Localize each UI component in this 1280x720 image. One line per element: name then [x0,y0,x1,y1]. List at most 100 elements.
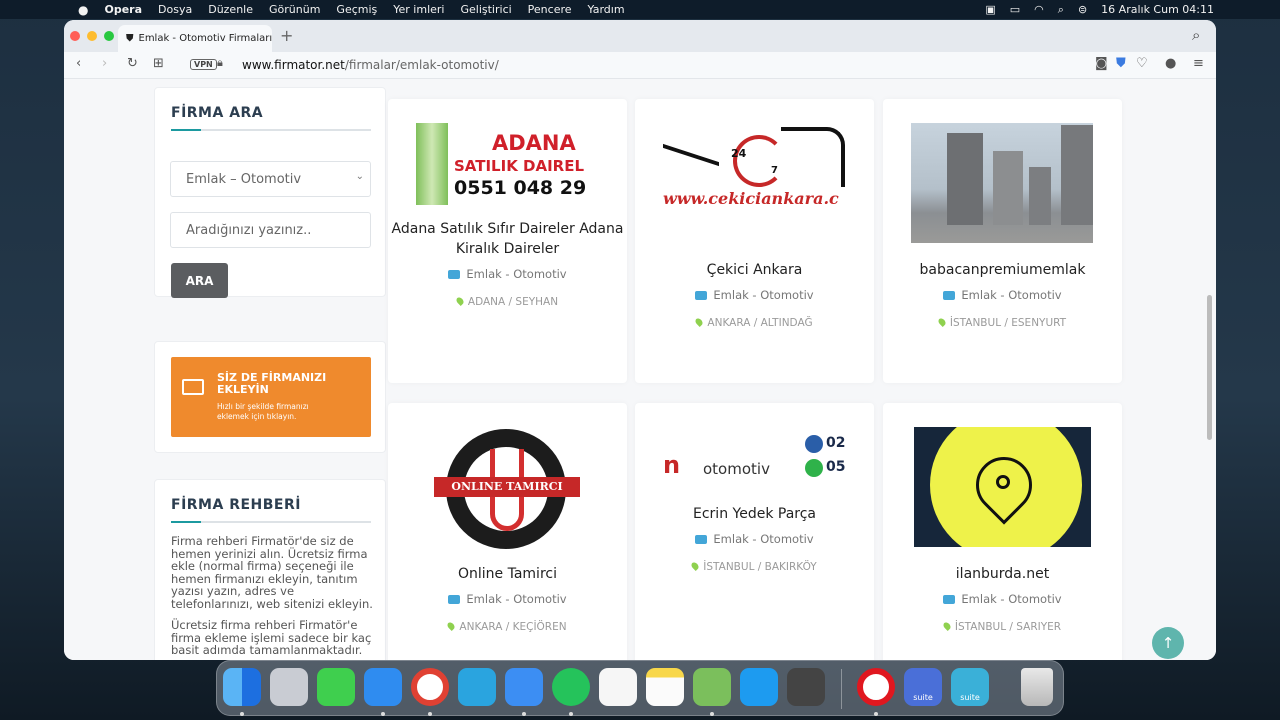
whatsapp-dock-icon[interactable] [552,668,590,706]
spotlight-search-icon[interactable]: ⌕ [1058,3,1064,17]
tab-title: Emlak - Otomotiv Firmaları Kate [138,33,273,44]
firm-name[interactable]: ilanburda.net [883,564,1122,584]
shield-favicon-icon: ⛊ [126,33,134,44]
firm-logo-ecrin[interactable]: n otomotiv 02 05 [663,433,845,491]
firm-name[interactable]: babacanpremiumemlak [883,260,1122,280]
safari-icon[interactable] [364,668,402,706]
apple-icon[interactable]: ● [0,3,96,17]
firm-logo-online-tamirci[interactable]: ONLINE TAMIRCI [434,429,580,549]
firm-card[interactable]: ilanburda.net Emlak - Otomotiv İSTANBUL … [883,403,1122,660]
twitter-icon[interactable] [740,668,778,706]
menu-file[interactable]: Dosya [150,3,200,16]
reload-icon[interactable]: ↻ [127,56,138,71]
firm-name[interactable]: Ecrin Yedek Parça [635,504,874,524]
speed-dial-grid-icon[interactable]: ⊞ [153,56,164,71]
add-firm-banner[interactable]: SİZ DE FİRMANIZI EKLEYİN Hızlı bir şekil… [171,357,371,437]
menubar-clock[interactable]: 16 Aralık Cum 04:11 [1101,3,1214,16]
building-image [416,123,448,205]
menu-window[interactable]: Pencere [520,3,580,16]
logo-text-online-tamirci: ONLINE TAMIRCI [434,477,580,497]
mail-icon[interactable] [505,668,543,706]
control-center-icon[interactable]: ⊜ [1078,3,1087,16]
tab-search-icon[interactable]: ⌕ [1192,26,1200,44]
firm-card[interactable]: ONLINE TAMIRCI Online Tamirci Emlak - Ot… [388,403,627,660]
menu-app-name[interactable]: Opera [96,3,150,16]
firm-category-label: Emlak - Otomotiv [961,288,1062,302]
browser-tab-active[interactable]: ⛊ Emlak - Otomotiv Firmaları Kate [118,25,272,52]
firm-category: Emlak - Otomotiv [388,592,627,606]
firm-name[interactable]: Online Tamirci [388,564,627,584]
category-select-value: Emlak – Otomotiv [186,171,302,187]
calculator-icon[interactable] [787,668,825,706]
firm-logo-adana[interactable]: ADANA SATILIK DAIREL 0551 048 29 [416,123,598,205]
opera-icon[interactable] [857,668,895,706]
new-tab-plus-icon[interactable]: + [280,26,293,45]
menu-view[interactable]: Görünüm [261,3,328,16]
running-indicator [428,712,432,716]
firm-category-label: Emlak - Otomotiv [466,592,567,606]
logo-text-url: www.cekiciankara.c [663,189,839,208]
firm-photo-buildings[interactable] [911,123,1093,243]
firm-card[interactable]: ADANA SATILIK DAIREL 0551 048 29 Adana S… [388,99,627,383]
firm-card[interactable]: babacanpremiumemlak Emlak - Otomotiv İST… [883,99,1122,383]
search-button[interactable]: ARA [171,263,228,298]
menu-bookmarks[interactable]: Yer imleri [385,3,452,16]
zoom-window-button[interactable] [104,31,114,41]
category-select[interactable]: Emlak – Otomotiv ⌄ [170,161,371,197]
firm-name[interactable]: Çekici Ankara [635,260,874,280]
menu-history[interactable]: Geçmiş [328,3,385,16]
chevron-down-icon: ⌄ [355,171,364,182]
firm-guide-panel: FİRMA REHBERİ Firma rehberi Firmatör'de … [154,479,386,660]
launchpad-icon[interactable] [270,668,308,706]
logo-text-7: 7 [771,165,778,176]
map-pin-icon [694,317,705,327]
battery-icon[interactable]: ▭ [1010,3,1020,16]
search-input[interactable]: Aradığınızı yazınız.. [170,212,371,248]
scroll-to-top-button[interactable]: ↑ [1152,627,1184,659]
menu-help[interactable]: Yardım [580,3,633,16]
lock-icon[interactable]: 🔒︎ [217,56,223,70]
logo-text-phone: 0551 048 29 [454,177,587,199]
vpn-badge[interactable]: VPN [190,59,217,70]
finder-icon[interactable] [223,668,261,706]
truck-cab-graphic [781,127,845,187]
suite-app-icon-2[interactable]: suite [951,668,989,706]
firm-logo-cekici[interactable]: 24 7 www.cekiciankara.c [663,123,845,235]
logo-text-satilik: SATILIK DAIREL [454,157,585,175]
location-pin-dot [996,475,1010,489]
camera-icon[interactable]: ◙ [1095,56,1108,71]
forward-arrow-icon[interactable]: › [102,56,107,71]
profile-avatar-icon[interactable]: ● [1165,56,1176,71]
maps-edit-icon[interactable] [693,668,731,706]
suite-app-icon[interactable]: suite [904,668,942,706]
menu-developer[interactable]: Geliştirici [452,3,519,16]
adblock-shield-icon[interactable]: ⛊ [1116,56,1126,71]
url-field[interactable]: www.firmator.net/firmalar/emlak-otomotiv… [242,58,499,72]
firm-card[interactable]: n otomotiv 02 05 Ecrin Yedek Parça Emlak… [635,403,874,660]
chrome-icon[interactable] [411,668,449,706]
clock-graphic [733,135,785,187]
back-arrow-icon[interactable]: ‹ [76,56,81,71]
firm-name[interactable]: Adana Satılık Sıfır Daireler Adana Kiral… [388,219,627,259]
tower-shape [1029,167,1051,225]
web-page: FİRMA ARA Emlak – Otomotiv ⌄ Aradığınızı… [64,79,1216,660]
close-window-button[interactable] [70,31,80,41]
reminders-icon[interactable] [599,668,637,706]
screen-icon[interactable]: ▣ [985,3,995,16]
heart-icon[interactable]: ♡ [1136,56,1148,71]
messages-icon[interactable] [317,668,355,706]
easy-setup-icon[interactable]: ≡ [1193,56,1204,71]
newspaper-icon [182,379,204,395]
telegram-icon[interactable] [458,668,496,706]
firm-logo-ilanburda[interactable] [914,427,1091,547]
page-scrollbar-thumb[interactable] [1207,295,1212,440]
minimize-window-button[interactable] [87,31,97,41]
notes-icon[interactable] [646,668,684,706]
firm-card[interactable]: 24 7 www.cekiciankara.c Çekici Ankara Em… [635,99,874,383]
url-path: /firmalar/emlak-otomotiv/ [344,58,499,72]
wifi-icon[interactable]: ◠ [1034,3,1044,16]
macos-menubar: ● Opera Dosya Düzenle Görünüm Geçmiş Yer… [0,0,1280,19]
menu-edit[interactable]: Düzenle [200,3,261,16]
add-firm-title: SİZ DE FİRMANIZI EKLEYİN [217,371,327,396]
trash-icon[interactable] [1021,668,1053,706]
